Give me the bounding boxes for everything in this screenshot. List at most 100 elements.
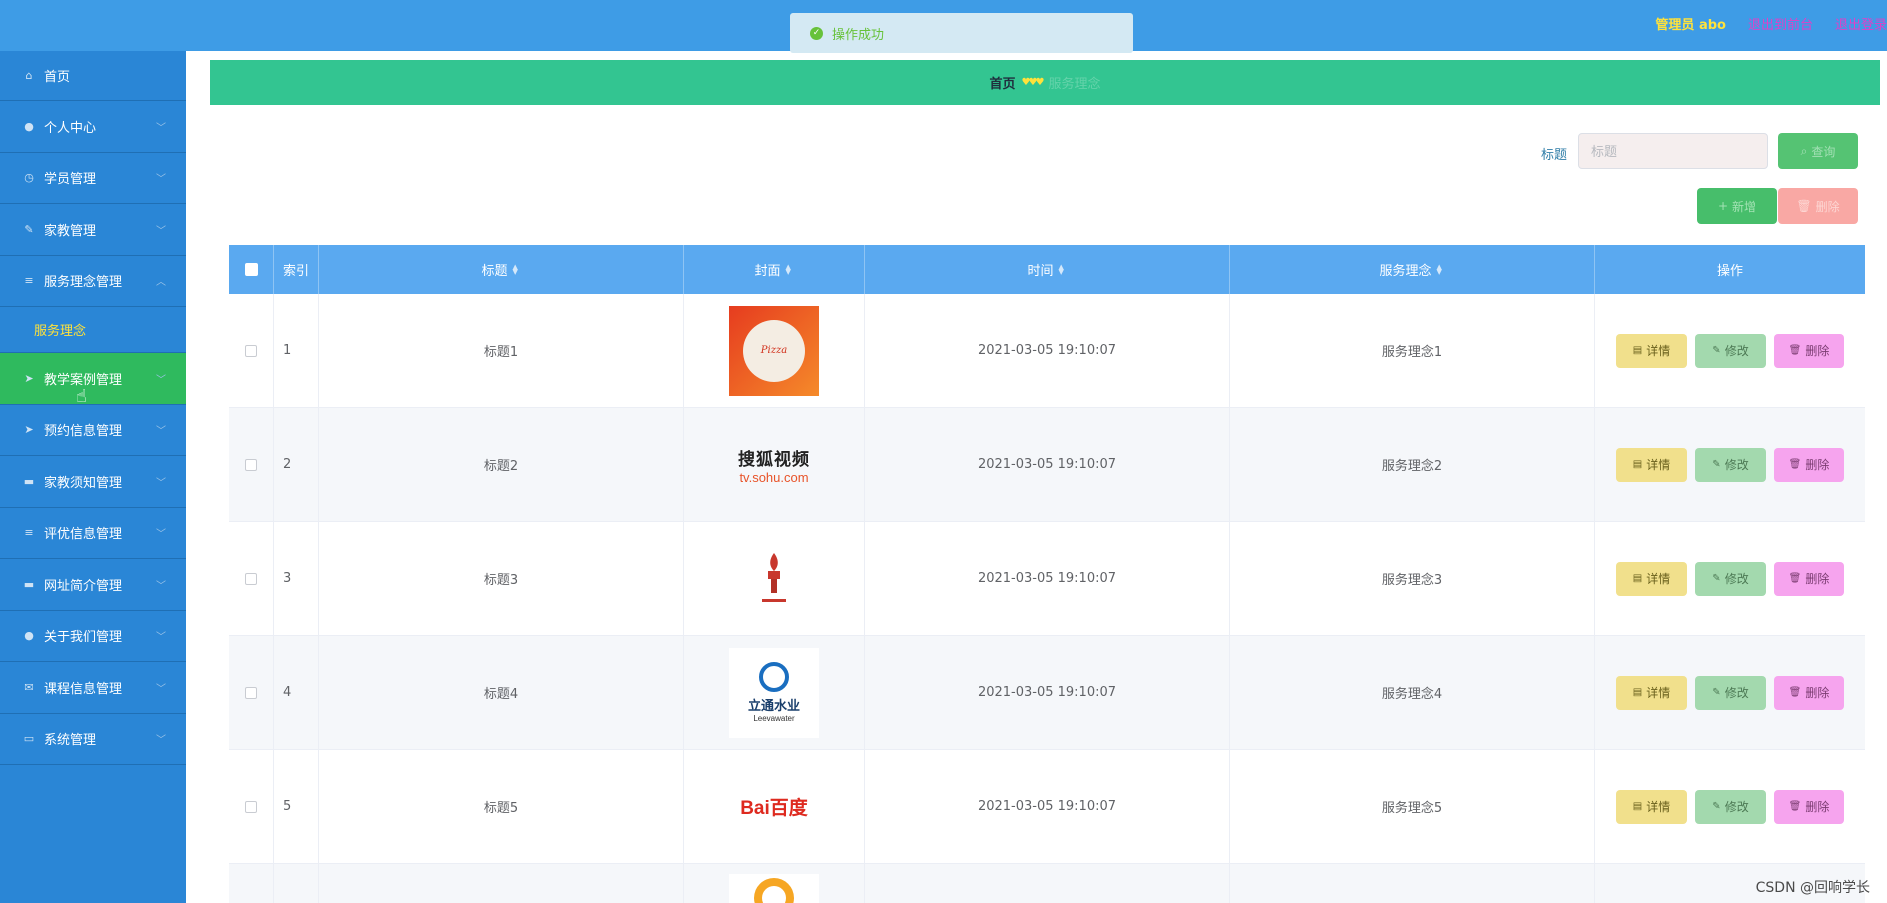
sidebar-item-label: 学员管理 xyxy=(44,172,97,188)
row-title: 标题1 xyxy=(319,294,684,407)
delete-label: 删除 xyxy=(1805,344,1830,358)
row-ops: ▤ 详情 ✎ 修改 🗑 删除 xyxy=(1595,750,1865,863)
row-title: 标题5 xyxy=(319,750,684,863)
home-icon: ⌂ xyxy=(25,69,33,82)
trash-icon: 🗑 xyxy=(1796,199,1812,213)
edit-button[interactable]: ✎ 修改 xyxy=(1695,333,1766,368)
cover-image: 搜狐视频 tv.sohu.com xyxy=(729,420,819,510)
sidebar-item-evaluation[interactable]: ≡ 评优信息管理 ﹀ xyxy=(0,508,186,559)
cover-image: Pizza xyxy=(729,305,819,396)
document-icon: ▤ xyxy=(1632,459,1643,470)
batch-delete-button[interactable]: 🗑 删除 xyxy=(1778,188,1858,224)
row-service: 服务理念2 xyxy=(1230,408,1595,521)
list-icon: ≡ xyxy=(24,274,34,288)
search-button[interactable]: ⌕ 查询 xyxy=(1778,133,1858,169)
pencil-icon: ✎ xyxy=(1712,459,1721,470)
breadcrumb: 首页 ♥♥♥ 服务理念 xyxy=(210,60,1880,105)
table-row: 4 标题4 立通水业 Leevawater 2021-03-05 19:10:0… xyxy=(229,636,1865,750)
chevron-down-icon: ﹀ xyxy=(156,122,166,134)
sidebar-item-home[interactable]: ⌂ 首页 xyxy=(0,51,186,101)
top-right-area: 管理员 abo 退出到前台 退出登录 xyxy=(1655,14,1887,33)
sort-icon[interactable]: ▲ ▼ xyxy=(786,263,794,275)
delete-button[interactable]: 🗑 删除 xyxy=(1774,447,1844,482)
watermark: CSDN @回响学长 xyxy=(1755,880,1870,896)
search-input[interactable] xyxy=(1578,133,1768,169)
table-row: 5 标题5 Bai百度 2021-03-05 19:10:07 服务理念5 ▤ 详… xyxy=(229,750,1865,864)
trash-icon: 🗑 xyxy=(1788,573,1802,584)
cover-leevawater-name: 立通水业 xyxy=(747,699,800,714)
logout-link[interactable]: 退出登录 xyxy=(1835,14,1887,33)
detail-button[interactable]: ▤ 详情 xyxy=(1616,561,1687,596)
user-icon: ● xyxy=(24,119,34,133)
chevron-down-icon: ﹀ xyxy=(156,174,166,186)
sidebar-item-tutor-notice[interactable]: ▬ 家教须知管理 ﹀ xyxy=(0,456,186,508)
hand-cursor-icon: ☝ xyxy=(76,386,87,407)
row-checkbox[interactable] xyxy=(245,344,257,357)
sidebar-item-service-concept[interactable]: ≡ 服务理念管理 ︿ xyxy=(0,256,186,307)
document-icon: ▤ xyxy=(1632,687,1643,698)
table-row: 2 标题2 搜狐视频 tv.sohu.com 2021-03-05 19:10:… xyxy=(229,408,1865,522)
sidebar-subitem-service-concept[interactable]: 服务理念 xyxy=(0,307,186,353)
sidebar-item-tutors[interactable]: ✎ 家教管理 ﹀ xyxy=(0,204,186,256)
delete-label: 删除 xyxy=(1805,572,1830,586)
row-checkbox[interactable] xyxy=(245,572,257,585)
detail-button[interactable]: ▤ 详情 xyxy=(1616,675,1687,710)
cover-baidu-logo: Bai百度 xyxy=(740,798,808,819)
sidebar-item-site-intro[interactable]: ▬ 网址简介管理 ﹀ xyxy=(0,559,186,611)
delete-button[interactable]: 🗑 删除 xyxy=(1774,675,1844,710)
detail-button[interactable]: ▤ 详情 xyxy=(1616,789,1687,824)
sidebar-item-students[interactable]: ◷ 学员管理 ﹀ xyxy=(0,153,186,204)
admin-label: 管理员 abo xyxy=(1655,18,1726,33)
sidebar-item-courses[interactable]: ✉ 课程信息管理 ﹀ xyxy=(0,662,186,714)
sort-icon[interactable]: ▲ ▼ xyxy=(1437,263,1445,275)
select-all-checkbox[interactable] xyxy=(244,263,258,276)
sidebar-item-system[interactable]: ▭ 系统管理 ﹀ xyxy=(0,714,186,765)
plus-icon: + xyxy=(1717,199,1729,213)
water-drop-icon xyxy=(759,662,789,692)
cover-pizza-badge: Pizza xyxy=(743,319,805,382)
row-cover-cell: 搜狐视频 tv.sohu.com xyxy=(684,408,865,521)
row-service: 服务理念3 xyxy=(1230,522,1595,635)
detail-label: 详情 xyxy=(1646,344,1671,358)
toast-text: 操作成功 xyxy=(832,27,885,43)
sidebar-item-label: 评优信息管理 xyxy=(44,527,123,543)
edit-button[interactable]: ✎ 修改 xyxy=(1695,675,1766,710)
edit-button[interactable]: ✎ 修改 xyxy=(1695,447,1766,482)
chevron-up-icon: ︿ xyxy=(156,277,166,289)
torch-logo-icon xyxy=(762,552,786,602)
delete-button[interactable]: 🗑 删除 xyxy=(1774,789,1844,824)
edit-label: 修改 xyxy=(1724,572,1749,586)
sort-icon[interactable]: ▲ ▼ xyxy=(513,263,521,275)
sidebar-item-appointments[interactable]: ➤ 预约信息管理 ﹀ xyxy=(0,405,186,456)
delete-button[interactable]: 🗑 删除 xyxy=(1774,561,1844,596)
monitor-icon: ▬ xyxy=(23,474,35,488)
row-time-cell xyxy=(865,864,1230,903)
header-title[interactable]: 标题 ▲ ▼ xyxy=(319,245,684,294)
header-ops: 操作 xyxy=(1716,264,1743,279)
row-checkbox[interactable] xyxy=(245,800,257,813)
add-button[interactable]: + 新增 xyxy=(1697,188,1777,224)
header-cover[interactable]: 封面 ▲ ▼ xyxy=(684,245,865,294)
delete-button[interactable]: 🗑 删除 xyxy=(1774,333,1844,368)
row-ops: ▤ 详情 ✎ 修改 🗑 删除 xyxy=(1595,636,1865,749)
header-time-label: 时间 xyxy=(1027,264,1054,279)
header-service[interactable]: 服务理念 ▲ ▼ xyxy=(1230,245,1595,294)
detail-button[interactable]: ▤ 详情 xyxy=(1616,333,1687,368)
cover-leevawater-sub: Leevawater xyxy=(753,714,795,723)
back-to-frontend-link[interactable]: 退出到前台 xyxy=(1748,14,1813,33)
row-ops: ▤ 详情 ✎ 修改 🗑 删除 xyxy=(1595,522,1865,635)
edit-button[interactable]: ✎ 修改 xyxy=(1695,789,1766,824)
edit-button[interactable]: ✎ 修改 xyxy=(1695,561,1766,596)
trash-icon: 🗑 xyxy=(1788,345,1802,356)
breadcrumb-home[interactable]: 首页 xyxy=(990,73,1016,92)
header-title-label: 标题 xyxy=(481,264,508,279)
row-checkbox[interactable] xyxy=(245,686,257,699)
row-checkbox[interactable] xyxy=(245,458,257,471)
sidebar-item-personal-center[interactable]: ● 个人中心 ﹀ xyxy=(0,101,186,153)
sidebar-item-label: 家教管理 xyxy=(44,223,97,239)
header-time[interactable]: 时间 ▲ ▼ xyxy=(865,245,1230,294)
sort-icon[interactable]: ▲ ▼ xyxy=(1059,263,1067,275)
sidebar-item-about-us[interactable]: ● 关于我们管理 ﹀ xyxy=(0,611,186,662)
detail-button[interactable]: ▤ 详情 xyxy=(1616,447,1687,482)
sidebar-item-teaching-cases[interactable]: ➤ 教学案例管理 ﹀ xyxy=(0,353,186,405)
